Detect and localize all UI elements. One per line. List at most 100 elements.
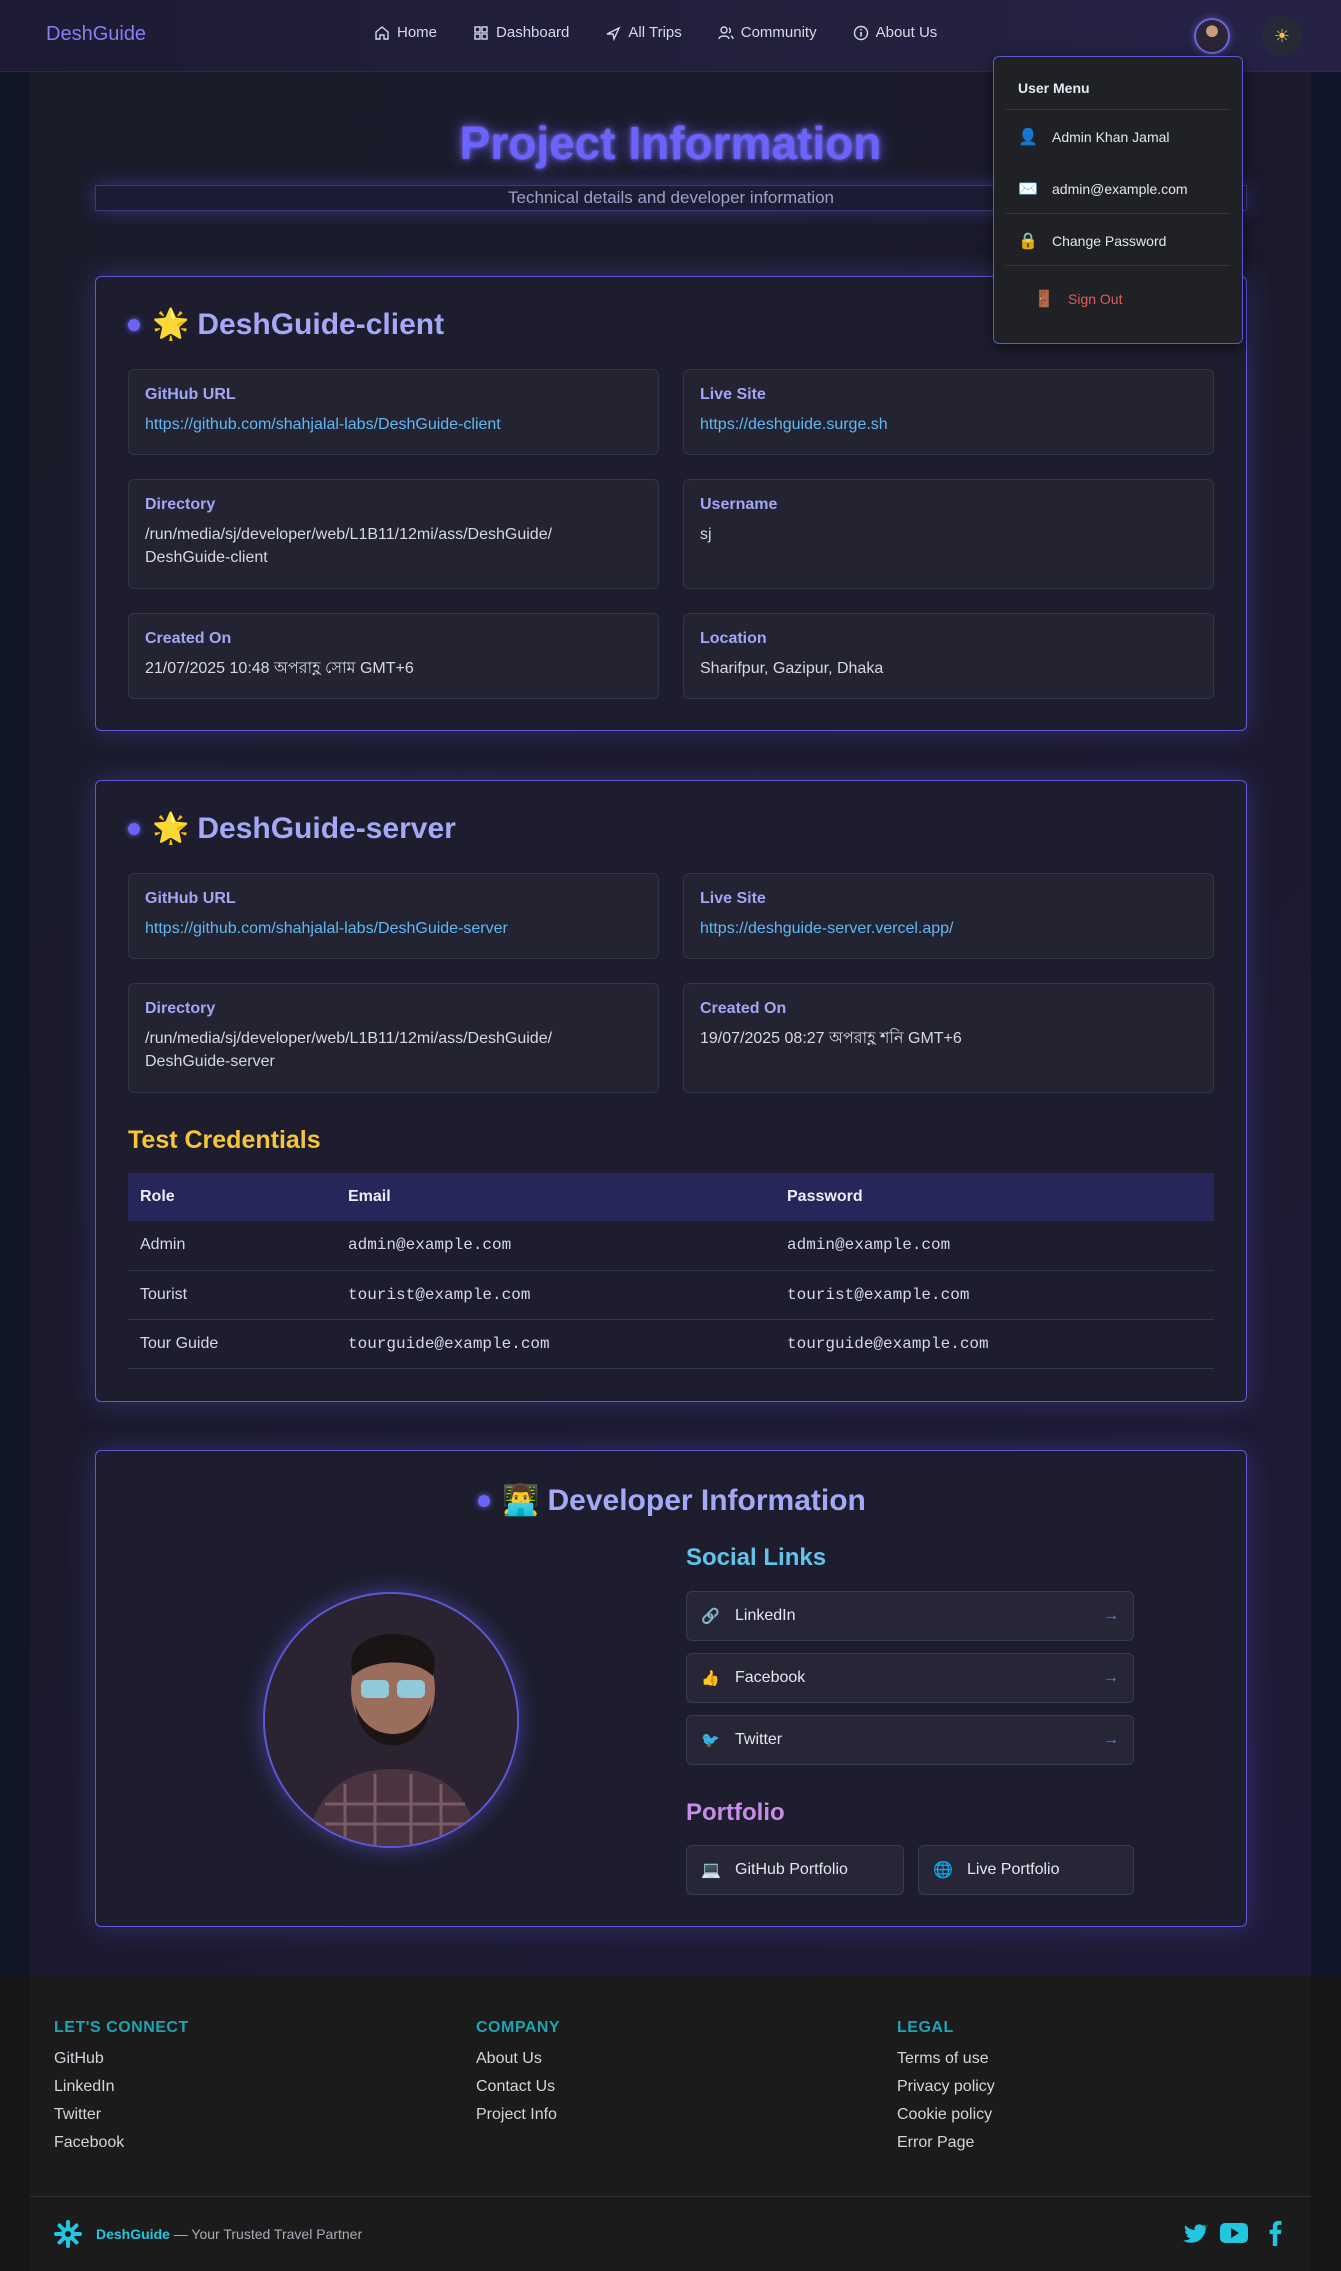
col-header-role: Role [128,1173,336,1221]
facebook-link[interactable]: 👍 Facebook → [686,1653,1134,1703]
change-password-item[interactable]: 🔒 Change Password [1018,231,1166,251]
gear-logo-icon [54,2220,82,2248]
bullet-dot [128,822,140,835]
nav-about[interactable]: About Us [853,24,938,41]
cell-password: admin@example.com [775,1221,1214,1271]
field-label: Directory [145,496,216,513]
client-live-link[interactable]: https://deshguide.surge.sh [700,413,1197,436]
user-menu-name: 👤 Admin Khan Jamal [1018,127,1170,147]
footer-link-twitter[interactable]: Twitter [54,2106,101,2124]
facebook-icon[interactable] [1264,2220,1286,2246]
field-label: Location [700,630,767,647]
server-directory-line1: /run/media/sj/developer/web/L1B11/12mi/a… [145,1030,553,1047]
footer-link-cookie[interactable]: Cookie policy [897,2106,992,2124]
footer-link-project-info[interactable]: Project Info [476,2106,557,2124]
cell-role: Tourist [128,1270,336,1320]
nav-all-trips[interactable]: All Trips [605,24,682,41]
laptop-icon: 💻 [701,1862,721,1879]
facebook-label: Facebook [735,1669,806,1686]
footer-tagline: — Your Trusted Travel Partner [169,2226,363,2242]
footer-link-error[interactable]: Error Page [897,2134,974,2152]
developer-portrait [265,1594,517,1846]
client-location-field: Location Sharifpur, Gazipur, Dhaka [683,613,1214,699]
footer-link-linkedin[interactable]: LinkedIn [54,2078,115,2096]
nav-about-label: About Us [875,24,938,41]
field-label: Username [700,496,778,513]
lock-icon: 🔒 [1018,233,1038,250]
sign-out-label: Sign Out [1068,291,1123,307]
client-username-value: sj [700,526,712,543]
field-label: Created On [145,630,232,647]
thumbs-up-icon: 👍 [701,1670,720,1687]
developer-avatar-photo [263,1592,519,1848]
twitter-label: Twitter [735,1731,783,1748]
server-github-link[interactable]: https://github.com/shahjalal-labs/DeshGu… [145,917,642,940]
credentials-table: Role Email Password Admin admin@example.… [128,1173,1214,1369]
user-menu-email: ✉️ admin@example.com [1018,179,1188,199]
footer-link-facebook[interactable]: Facebook [54,2134,124,2152]
github-portfolio-label: GitHub Portfolio [735,1861,848,1878]
user-menu-header: User Menu [1018,80,1090,96]
footer-link-about[interactable]: About Us [476,2050,542,2068]
server-card-title: 🌟 DeshGuide-server [128,811,456,846]
home-icon [375,25,389,40]
server-live-link[interactable]: https://deshguide-server.vercel.app/ [700,917,1197,940]
nav-community[interactable]: Community [718,24,817,41]
footer-link-github[interactable]: GitHub [54,2050,104,2068]
portfolio-title: Portfolio [686,1799,785,1826]
col-header-email: Email [336,1173,775,1221]
twitter-link[interactable]: 🐦 Twitter → [686,1715,1134,1765]
right-gutter [1311,72,1341,1975]
nav-dashboard-label: Dashboard [496,24,570,41]
server-title-text: DeshGuide-server [197,811,456,845]
footer-link-terms[interactable]: Terms of use [897,2050,989,2068]
nav-home[interactable]: Home [374,24,437,41]
footer-brand-name: DeshGuide [96,2226,170,2242]
footer-legal-title: LEGAL [897,2019,954,2036]
developer-title-text: Developer Information [547,1483,866,1517]
globe-icon: 🌐 [933,1862,953,1879]
arrow-right-icon: → [1103,1607,1119,1624]
footer-link-privacy[interactable]: Privacy policy [897,2078,995,2096]
youtube-icon[interactable] [1220,2220,1248,2246]
client-card-title: 🌟 DeshGuide-client [128,307,444,342]
client-card: 🌟 DeshGuide-client GitHub URL https://gi… [95,276,1247,731]
live-portfolio-link[interactable]: 🌐 Live Portfolio [918,1845,1134,1895]
field-label: GitHub URL [145,890,236,907]
client-live-field: Live Site https://deshguide.surge.sh [683,369,1214,455]
field-label: Directory [145,1000,216,1017]
client-directory-line1: /run/media/sj/developer/web/L1B11/12mi/a… [145,526,553,543]
brand-logo[interactable]: DeshGuide [46,23,146,46]
linkedin-link[interactable]: 🔗 LinkedIn → [686,1591,1134,1641]
footer-link-contact[interactable]: Contact Us [476,2078,555,2096]
server-card: 🌟 DeshGuide-server GitHub URL https://gi… [95,780,1247,1402]
table-row: Tour Guide tourguide@example.com tourgui… [128,1319,1214,1369]
nav-dashboard[interactable]: Dashboard [473,24,569,41]
nav-links: Home Dashboard All Trips Community About… [374,24,973,41]
cell-password: tourguide@example.com [775,1319,1214,1369]
twitter-icon[interactable] [1182,2220,1208,2246]
cell-email: admin@example.com [336,1221,775,1271]
cell-role: Admin [128,1221,336,1271]
client-title-text: DeshGuide-client [197,307,445,341]
user-email: admin@example.com [1052,181,1188,197]
server-live-field: Live Site https://deshguide-server.verce… [683,873,1214,959]
developer-card-title: 👨‍💻 Developer Information [96,1483,1248,1518]
theme-toggle-button[interactable]: ☀ [1262,16,1302,56]
github-portfolio-link[interactable]: 💻 GitHub Portfolio [686,1845,904,1895]
user-icon: 👤 [1018,129,1038,146]
divider [1006,213,1230,214]
table-row: Admin admin@example.com admin@example.co… [128,1221,1214,1271]
footer-brand: DeshGuide — Your Trusted Travel Partner [96,2226,362,2242]
client-github-link[interactable]: https://github.com/shahjalal-labs/DeshGu… [145,413,642,436]
star-icon: 🌟 [152,812,190,845]
user-name: Admin Khan Jamal [1052,129,1170,145]
col-header-password: Password [775,1173,1214,1221]
client-username-field: Username sj [683,479,1214,589]
client-created-value: 21/07/2025 10:48 অপরাহ্ণ সোম GMT+6 [145,660,414,677]
cell-email: tourguide@example.com [336,1319,775,1369]
dashboard-icon [474,25,488,40]
user-avatar-button[interactable] [1194,18,1230,54]
client-created-field: Created On 21/07/2025 10:48 অপরাহ্ণ সোম … [128,613,659,699]
sign-out-button[interactable]: 🚪 Sign Out [1034,289,1122,309]
